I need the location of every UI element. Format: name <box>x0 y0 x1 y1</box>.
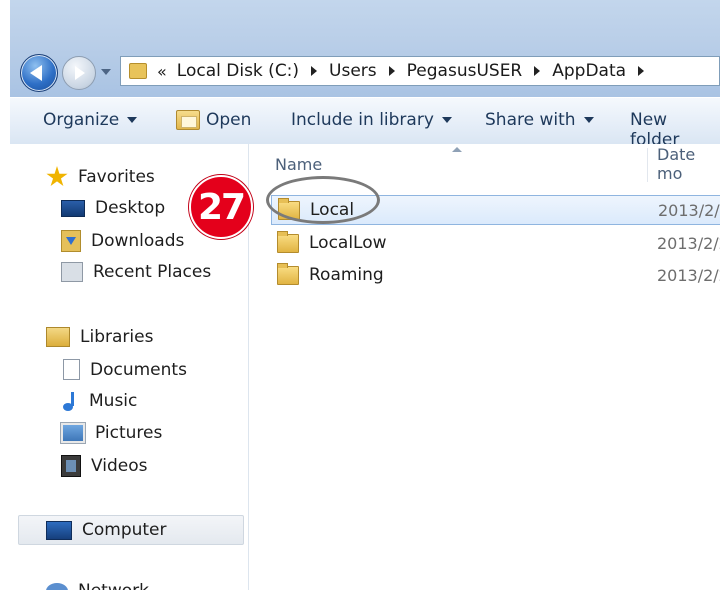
file-row-roaming[interactable]: Roaming 2013/2/2 <box>271 260 720 290</box>
step-number-badge: 27 <box>189 175 253 239</box>
file-date: 2013/2/2 <box>657 265 720 285</box>
network-icon <box>46 583 68 590</box>
sort-ascending-icon <box>452 147 462 152</box>
pictures-icon <box>60 422 86 444</box>
breadcrumb-overflow[interactable]: « <box>157 62 167 81</box>
file-name: Roaming <box>309 265 384 285</box>
nav-label: Favorites <box>78 167 155 187</box>
nav-label: Pictures <box>95 423 163 443</box>
nav-downloads[interactable]: Downloads <box>61 230 184 252</box>
forward-button[interactable] <box>62 56 96 90</box>
organize-label: Organize <box>43 110 120 130</box>
recent-places-icon <box>61 262 83 282</box>
nav-pictures[interactable]: Pictures <box>60 422 163 444</box>
chevron-right-icon[interactable] <box>388 66 395 76</box>
nav-music[interactable]: Music <box>63 391 137 411</box>
file-row-locallow[interactable]: LocalLow 2013/2/2 <box>271 228 720 258</box>
back-button[interactable] <box>20 54 58 92</box>
breadcrumb-label: Users <box>329 61 377 81</box>
breadcrumb-local-disk[interactable]: Local Disk (C:) <box>177 61 329 81</box>
explorer-window: « Local Disk (C:) Users PegasusUSER AppD… <box>10 0 720 590</box>
address-bar[interactable]: « Local Disk (C:) Users PegasusUSER AppD… <box>120 56 720 86</box>
chevron-right-icon[interactable] <box>311 66 318 76</box>
chevron-down-icon <box>127 117 138 123</box>
file-name: LocalLow <box>309 233 387 253</box>
breadcrumb-label: AppData <box>552 61 627 81</box>
nav-label: Downloads <box>91 231 185 251</box>
breadcrumb-users[interactable]: Users <box>329 61 407 81</box>
nav-label: Desktop <box>95 198 166 218</box>
chevron-down-icon <box>583 117 594 123</box>
breadcrumb-label: PegasusUSER <box>406 61 523 81</box>
nav-label: Videos <box>91 456 148 476</box>
star-icon <box>46 166 68 187</box>
film-strip-icon <box>61 455 81 477</box>
chevron-right-icon[interactable] <box>534 66 541 76</box>
folder-icon <box>129 63 147 79</box>
desktop-icon <box>61 199 85 217</box>
music-note-icon <box>63 391 79 411</box>
computer-icon <box>46 520 72 540</box>
nav-desktop[interactable]: Desktop <box>61 198 165 218</box>
organize-button[interactable]: Organize <box>43 110 138 130</box>
title-bar: « Local Disk (C:) Users PegasusUSER AppD… <box>10 0 720 97</box>
open-folder-icon <box>176 110 200 130</box>
nav-label: Libraries <box>80 327 154 347</box>
chevron-down-icon <box>441 117 452 123</box>
breadcrumb-pegasususer[interactable]: PegasusUSER <box>407 61 553 81</box>
open-button[interactable]: Open <box>176 110 251 130</box>
breadcrumb-label: Local Disk (C:) <box>176 61 300 81</box>
folder-icon <box>277 230 299 253</box>
column-divider[interactable] <box>647 148 648 182</box>
include-in-library-button[interactable]: Include in library <box>291 110 452 130</box>
nav-label: Documents <box>90 359 187 380</box>
highlight-ellipse <box>266 176 380 224</box>
share-with-label: Share with <box>485 110 576 130</box>
nav-videos[interactable]: Videos <box>61 455 148 477</box>
command-bar: Organize Open Include in library Share w… <box>10 97 720 150</box>
downloads-icon <box>61 230 81 252</box>
documents-icon <box>63 359 80 380</box>
nav-recent-places[interactable]: Recent Places <box>61 262 211 282</box>
nav-network[interactable]: Network <box>46 581 149 590</box>
include-in-library-label: Include in library <box>291 110 434 130</box>
nav-documents[interactable]: Documents <box>63 359 187 380</box>
nav-label: Music <box>89 391 138 411</box>
nav-libraries[interactable]: Libraries <box>46 327 153 347</box>
nav-favorites[interactable]: Favorites <box>46 166 155 188</box>
nav-label: Computer <box>82 520 167 540</box>
share-with-button[interactable]: Share with <box>485 110 594 130</box>
libraries-icon <box>46 327 70 347</box>
folder-icon <box>277 262 299 285</box>
recent-pages-dropdown[interactable] <box>98 62 112 82</box>
file-date: 2013/2/2 <box>657 233 720 253</box>
nav-label: Recent Places <box>93 262 212 282</box>
open-label: Open <box>206 110 252 130</box>
chevron-right-icon[interactable] <box>638 66 645 76</box>
nav-label: Network <box>78 581 149 590</box>
nav-computer-content[interactable]: Computer <box>46 520 167 540</box>
column-header-date-modified[interactable]: Date mo <box>657 144 720 184</box>
breadcrumb-appdata[interactable]: AppData <box>552 61 656 81</box>
file-date: 2013/2/2 <box>658 200 720 220</box>
